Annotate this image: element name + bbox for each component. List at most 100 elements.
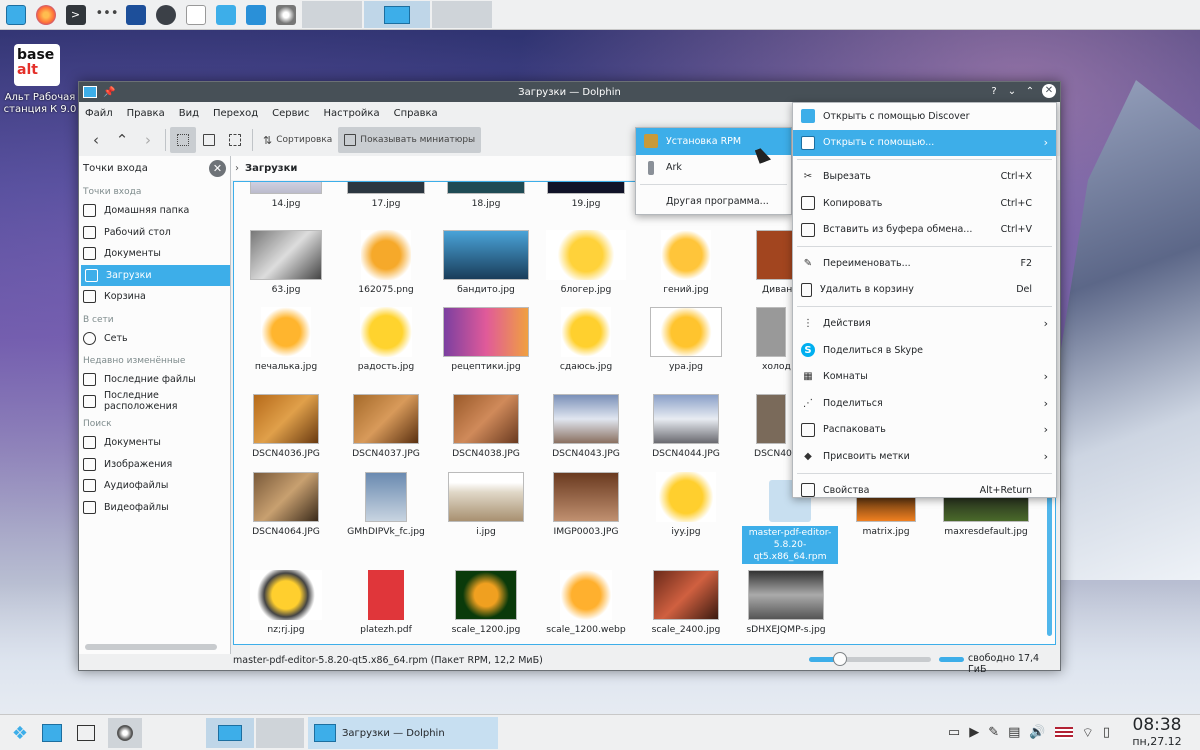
file-item[interactable]: рецептики.jpg	[436, 307, 536, 372]
menu-edit[interactable]: Правка	[127, 108, 165, 119]
file-item[interactable]: 14.jpg	[236, 182, 336, 209]
desktop-icon-label[interactable]: Альт Рабочая станция К 9.0	[0, 92, 80, 116]
media-play-icon[interactable]: ▶	[969, 725, 979, 741]
file-item[interactable]: i.jpg	[436, 472, 536, 537]
wifi-icon[interactable]: ⌔	[1082, 725, 1094, 741]
apps-launcher[interactable]: •••	[92, 1, 119, 28]
pager-desktop-2[interactable]	[256, 718, 304, 748]
notifications-icon[interactable]: ▭	[948, 725, 960, 741]
file-item[interactable]: DSCN4037.JPG	[336, 394, 436, 459]
file-item[interactable]: 63.jpg	[236, 230, 336, 295]
pager-desktop-1[interactable]	[206, 718, 254, 748]
file-item[interactable]: печалька.jpg	[236, 307, 336, 372]
ctx-cut[interactable]: ✂ Вырезать Ctrl+X	[793, 163, 1056, 190]
file-item[interactable]: 19.jpg	[536, 182, 636, 209]
ctx-trash[interactable]: Удалить в корзину Del	[793, 277, 1056, 304]
clipboard-icon[interactable]: ▤	[1008, 725, 1020, 741]
firefox-launcher[interactable]	[32, 1, 59, 28]
calculator-launcher[interactable]	[122, 1, 149, 28]
ctx-activities[interactable]: ▦ Комнаты ›	[793, 363, 1056, 390]
sidebar-item-recent-locations[interactable]: Последние расположения	[79, 390, 230, 412]
icons-view-button[interactable]	[170, 127, 196, 153]
terminal-launcher[interactable]: >	[62, 1, 89, 28]
sidebar-item-search-audio[interactable]: Аудиофайлы	[79, 475, 230, 497]
up-button[interactable]: ⌃	[109, 127, 135, 153]
file-item[interactable]: platezh.pdf	[336, 570, 436, 635]
ctx-paste[interactable]: Вставить из буфера обмена... Ctrl+V	[793, 216, 1056, 243]
menu-file[interactable]: Файл	[85, 108, 113, 119]
ctx-extract[interactable]: Распаковать ›	[793, 417, 1056, 444]
zoom-slider[interactable]	[809, 652, 931, 666]
document-launcher[interactable]	[182, 1, 209, 28]
file-item[interactable]: DSCN4043.JPG	[536, 394, 636, 459]
sidebar-item-downloads[interactable]: Загрузки	[81, 264, 230, 286]
file-manager-icon[interactable]	[38, 718, 66, 748]
forward-button[interactable]: ›	[135, 127, 161, 153]
file-item[interactable]: DSCN4038.JPG	[436, 394, 536, 459]
desktop-pager-3[interactable]	[432, 1, 492, 28]
basealt-logo-icon[interactable]: base alt	[14, 44, 60, 86]
sort-button[interactable]: ⇅ Сортировка	[257, 127, 338, 153]
store-launcher[interactable]	[212, 1, 239, 28]
ctx-copy[interactable]: Копировать Ctrl+C	[793, 190, 1056, 217]
ctx-assign-tags[interactable]: ◆ Присвоить метки ›	[793, 443, 1056, 470]
ctx-properties[interactable]: Свойства Alt+Return	[793, 477, 1056, 504]
sidebar-item-search-images[interactable]: Изображения	[79, 454, 230, 476]
battery-icon[interactable]: ▯	[1103, 725, 1110, 741]
ctx-open-with[interactable]: Открыть с помощью... ›	[793, 129, 1056, 157]
file-item[interactable]: scale_2400.jpg	[636, 570, 736, 635]
close-button[interactable]: ✕	[1042, 84, 1056, 98]
ctx-open-discover[interactable]: Открыть с помощью Discover	[793, 103, 1056, 130]
file-item[interactable]: DSCN4064.JPG	[236, 472, 336, 537]
file-item[interactable]: GMhDIPVk_fc.jpg	[336, 472, 436, 537]
volume-icon[interactable]: 🔊	[1029, 725, 1045, 741]
close-panel-button[interactable]: ✕	[209, 160, 226, 177]
file-item[interactable]: 18.jpg	[436, 182, 536, 209]
ctx-share-skype[interactable]: S Поделиться в Skype	[793, 337, 1056, 364]
window-titlebar[interactable]: 📌 Загрузки — Dolphin ? ⌄ ⌃ ✕	[79, 82, 1060, 102]
file-item[interactable]: DSCN4036.JPG	[236, 394, 336, 459]
minimize-button[interactable]: ⌄	[1006, 86, 1018, 97]
menu-settings[interactable]: Настройка	[323, 108, 379, 119]
show-desktop-icon[interactable]	[72, 718, 100, 748]
disk-launcher[interactable]	[272, 1, 299, 28]
media-icon[interactable]	[108, 718, 142, 748]
ctx-actions[interactable]: ⋮ Действия ›	[793, 310, 1056, 337]
submenu-item-other-app[interactable]: Другая программа...	[636, 188, 791, 215]
desktop-pager-2[interactable]	[364, 1, 430, 28]
zoom-slider-handle[interactable]	[832, 652, 847, 666]
file-item[interactable]: iyy.jpg	[636, 472, 736, 537]
dolphin-launcher[interactable]	[2, 1, 29, 28]
file-item[interactable]: IMGP0003.JPG	[536, 472, 636, 537]
file-item[interactable]: блогер.jpg	[536, 230, 636, 295]
compact-view-button[interactable]	[196, 127, 222, 153]
sidebar-item-search-documents[interactable]: Документы	[79, 432, 230, 454]
menu-view[interactable]: Вид	[179, 108, 199, 119]
menu-go[interactable]: Переход	[213, 108, 258, 119]
show-previews-button[interactable]: Показывать миниатюры	[338, 127, 482, 153]
media-launcher[interactable]	[152, 1, 179, 28]
keyboard-layout-flag-icon[interactable]	[1054, 727, 1073, 739]
editor-launcher[interactable]	[242, 1, 269, 28]
file-item[interactable]: nz;rj.jpg	[236, 570, 336, 635]
file-item[interactable]: scale_1200.jpg	[436, 570, 536, 635]
help-button[interactable]: ?	[988, 86, 1000, 97]
sidebar-item-search-video[interactable]: Видеофайлы	[79, 497, 230, 519]
file-item[interactable]: DSCN40	[726, 394, 792, 459]
file-item[interactable]: 162075.png	[336, 230, 436, 295]
sidebar-item-home[interactable]: Домашняя папка	[79, 200, 230, 222]
desktop-pager-1[interactable]	[302, 1, 362, 28]
file-item[interactable]: Диван	[726, 230, 796, 295]
digital-clock[interactable]: 08:38 пн,27.12	[1120, 716, 1194, 749]
file-item[interactable]: холод	[726, 307, 791, 372]
file-item[interactable]: гений.jpg	[636, 230, 736, 295]
menu-tools[interactable]: Сервис	[272, 108, 309, 119]
back-button[interactable]: ‹	[83, 127, 109, 153]
file-item[interactable]: sDHXEJQMP-s.jpg	[736, 570, 836, 635]
updates-icon[interactable]: ✎	[988, 725, 999, 741]
breadcrumb-current[interactable]: Загрузки	[245, 163, 297, 174]
maximize-button[interactable]: ⌃	[1024, 86, 1036, 97]
file-item[interactable]: ура.jpg	[636, 307, 736, 372]
sidebar-item-trash[interactable]: Корзина	[79, 286, 230, 308]
file-item[interactable]: бандито.jpg	[436, 230, 536, 295]
